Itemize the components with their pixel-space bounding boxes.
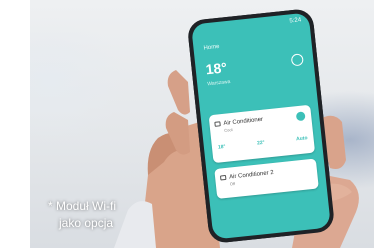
device-card-values: 18° 22° Auto [217,135,308,151]
device-card-2: Air Conditioner 2 Off [214,158,319,199]
device-card-subtitle: Cool [223,127,233,133]
wifi-module-caption: * Moduł Wi-fi jako opcja [48,198,158,232]
weather-subtitle: Warszawa [207,78,231,88]
phone-screen: 5:24 Home 18° Warszawa Air Conditioner C… [191,12,331,240]
power-icon [295,111,306,122]
status-bar: 5:24 [289,17,302,25]
air-conditioner-icon [214,121,221,127]
caption-line-2: jako opcja [59,216,114,230]
device-card-subtitle: Off [229,181,236,187]
caption-line-1: * Moduł Wi-fi [48,199,117,213]
device-card-title: Air Conditioner 2 [228,169,274,181]
device-card-1: Air Conditioner Cool 18° 22° Auto [208,104,316,164]
temperature-readout: 18° [204,59,228,78]
app-header: Home [203,43,220,52]
device-card-title: Air Conditioner [223,116,264,127]
air-conditioner-icon [219,174,227,181]
sun-icon [290,53,304,67]
